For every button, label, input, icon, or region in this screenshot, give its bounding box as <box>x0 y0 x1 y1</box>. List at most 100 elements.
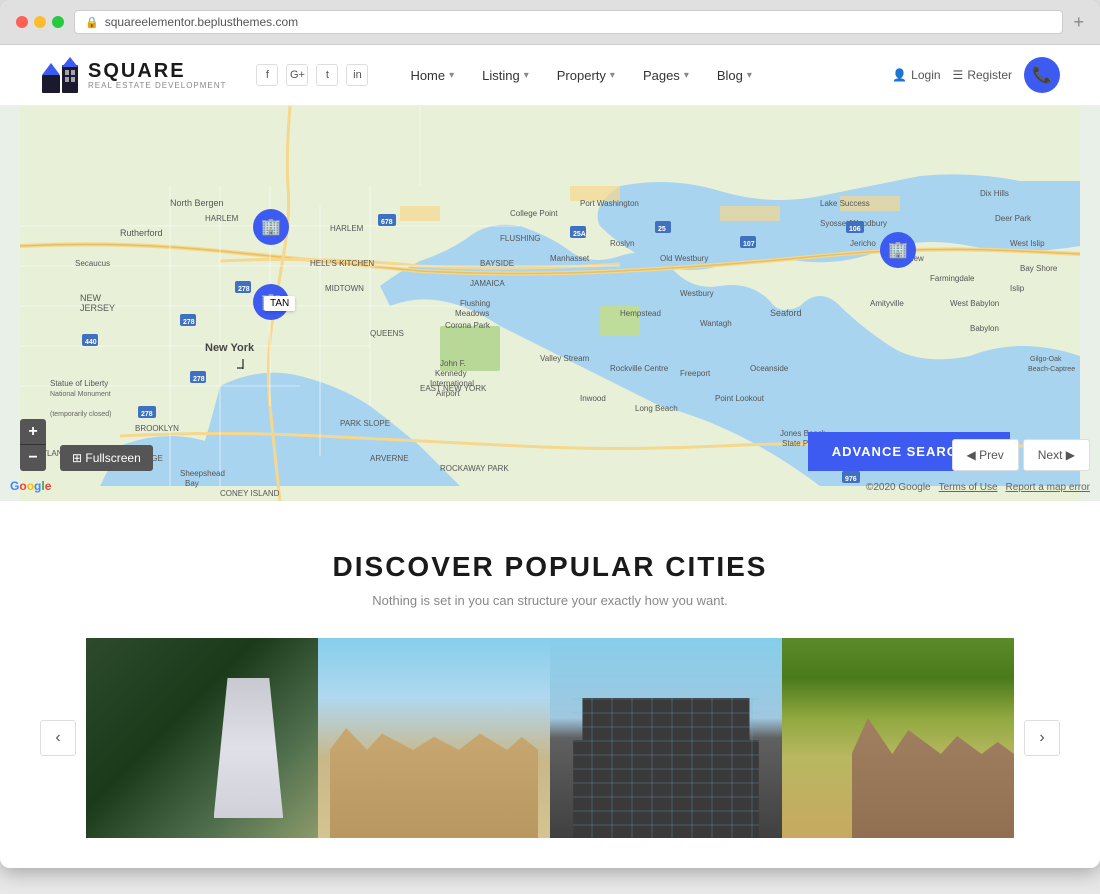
svg-text:Wantagh: Wantagh <box>700 319 732 328</box>
city-card-4[interactable] <box>782 638 1014 838</box>
svg-text:278: 278 <box>238 286 250 293</box>
zoom-in-button[interactable]: + <box>20 419 46 445</box>
svg-text:ARVERNE: ARVERNE <box>370 454 409 463</box>
maximize-dot[interactable] <box>52 16 64 28</box>
twitter-icon[interactable]: t <box>316 64 338 86</box>
svg-text:FLUSHING: FLUSHING <box>500 234 540 243</box>
svg-text:HELL'S KITCHEN: HELL'S KITCHEN <box>310 259 374 268</box>
cities-carousel: ‹ › <box>40 638 1060 838</box>
svg-text:Westbury: Westbury <box>680 289 714 298</box>
map-marker-2[interactable]: 🏢 <box>253 209 289 245</box>
svg-text:Bay: Bay <box>185 479 199 488</box>
svg-text:Inwood: Inwood <box>580 394 606 403</box>
svg-text:Statue of Liberty: Statue of Liberty <box>50 379 108 388</box>
svg-text:North Bergen: North Bergen <box>170 198 224 208</box>
svg-text:Point Lookout: Point Lookout <box>715 394 765 403</box>
svg-text:Freeport: Freeport <box>680 369 711 378</box>
website-content: SQUARE REAL ESTATE DEVELOPMENT f G+ t in… <box>0 45 1100 868</box>
logo-area: SQUARE REAL ESTATE DEVELOPMENT <box>40 55 226 95</box>
linkedin-icon[interactable]: in <box>346 64 368 86</box>
svg-text:278: 278 <box>183 319 195 326</box>
register-link[interactable]: ☰ Register <box>953 68 1012 82</box>
prev-button[interactable]: ◀ Prev <box>952 439 1019 471</box>
svg-text:Amityville: Amityville <box>870 299 904 308</box>
svg-text:West Babylon: West Babylon <box>950 299 999 308</box>
svg-text:Secaucus: Secaucus <box>75 259 110 268</box>
window-controls <box>16 16 64 28</box>
browser-titlebar: 🔒 squareelementor.beplusthemes.com + <box>0 0 1100 45</box>
listing-arrow: ▾ <box>524 70 529 81</box>
phone-button[interactable]: 📞 <box>1024 57 1060 93</box>
svg-text:Gilgo-Oak: Gilgo-Oak <box>1030 356 1062 363</box>
logo-name: SQUARE <box>88 61 226 81</box>
city-image-2 <box>318 638 550 838</box>
new-tab-button[interactable]: + <box>1073 12 1084 33</box>
svg-text:Port Washington: Port Washington <box>580 199 639 208</box>
svg-text:John F.: John F. <box>440 359 466 368</box>
nav-links: Home ▾ Listing ▾ Property ▾ Pages ▾ Blog <box>398 60 872 91</box>
google-logo: Google <box>10 479 51 493</box>
svg-text:International: International <box>430 379 474 388</box>
fullscreen-button[interactable]: ⊞ Fullscreen <box>60 445 153 471</box>
city-card-3[interactable] <box>550 638 782 838</box>
nav-pages[interactable]: Pages ▾ <box>631 60 701 91</box>
svg-text:NEW: NEW <box>80 293 102 303</box>
copyright-text: ©2020 Google <box>866 482 931 493</box>
url-text: squareelementor.beplusthemes.com <box>105 15 298 29</box>
terms-link[interactable]: Terms of Use <box>939 482 998 493</box>
svg-text:Rockville Centre: Rockville Centre <box>610 364 669 373</box>
svg-text:25A: 25A <box>573 231 586 238</box>
svg-text:Jericho: Jericho <box>850 239 876 248</box>
svg-text:HARLEM: HARLEM <box>330 224 364 233</box>
map-nav-buttons: ◀ Prev Next ▶ <box>952 439 1091 471</box>
report-link[interactable]: Report a map error <box>1006 482 1090 493</box>
home-arrow: ▾ <box>449 70 454 81</box>
register-icon: ☰ <box>953 68 964 82</box>
address-bar[interactable]: 🔒 squareelementor.beplusthemes.com <box>74 10 1063 34</box>
city-card-2[interactable] <box>318 638 550 838</box>
svg-text:25: 25 <box>658 226 666 233</box>
svg-text:678: 678 <box>381 219 393 226</box>
property-arrow: ▾ <box>610 70 615 81</box>
svg-text:Kennedy: Kennedy <box>435 369 467 378</box>
carousel-prev-button[interactable]: ‹ <box>40 720 76 756</box>
login-link[interactable]: 👤 Login <box>892 68 940 82</box>
svg-text:Oceanside: Oceanside <box>750 364 789 373</box>
svg-text:Roslyn: Roslyn <box>610 239 634 248</box>
svg-text:MIDTOWN: MIDTOWN <box>325 284 364 293</box>
city-card-1[interactable] <box>86 638 318 838</box>
nav-home[interactable]: Home ▾ <box>398 60 466 91</box>
city-image-4 <box>782 638 1014 838</box>
next-button[interactable]: Next ▶ <box>1023 439 1090 471</box>
google-plus-icon[interactable]: G+ <box>286 64 308 86</box>
svg-text:Islip: Islip <box>1010 284 1025 293</box>
zoom-out-button[interactable]: − <box>20 445 46 471</box>
svg-text:Dix Hills: Dix Hills <box>980 189 1009 198</box>
svg-text:Airport: Airport <box>436 389 460 398</box>
svg-text:Rutherford: Rutherford <box>120 228 163 238</box>
svg-text:College Point: College Point <box>510 209 558 218</box>
lock-icon: 🔒 <box>85 16 99 29</box>
svg-text:Corona Park: Corona Park <box>445 321 491 330</box>
svg-text:Lake Success: Lake Success <box>820 199 870 208</box>
svg-text:West Islip: West Islip <box>1010 239 1045 248</box>
svg-text:CONEY ISLAND: CONEY ISLAND <box>220 489 280 498</box>
facebook-icon[interactable]: f <box>256 64 278 86</box>
carousel-next-button[interactable]: › <box>1024 720 1060 756</box>
svg-text:Long Beach: Long Beach <box>635 404 678 413</box>
nav-blog[interactable]: Blog ▾ <box>705 60 764 91</box>
cities-grid <box>86 638 1014 838</box>
minimize-dot[interactable] <box>34 16 46 28</box>
nav-right: 👤 Login ☰ Register 📞 <box>892 57 1060 93</box>
section-title: DISCOVER POPULAR CITIES <box>40 551 1060 583</box>
nav-listing[interactable]: Listing ▾ <box>470 60 541 91</box>
svg-text:Farmingdale: Farmingdale <box>930 274 975 283</box>
svg-text:New York: New York <box>205 342 255 354</box>
user-icon: 👤 <box>892 68 907 82</box>
svg-text:Flushing: Flushing <box>460 299 490 308</box>
svg-text:ROCKAWAY PARK: ROCKAWAY PARK <box>440 464 509 473</box>
phone-icon: 📞 <box>1032 65 1052 85</box>
close-dot[interactable] <box>16 16 28 28</box>
nav-property[interactable]: Property ▾ <box>545 60 627 91</box>
svg-text:National Monument: National Monument <box>50 391 111 398</box>
